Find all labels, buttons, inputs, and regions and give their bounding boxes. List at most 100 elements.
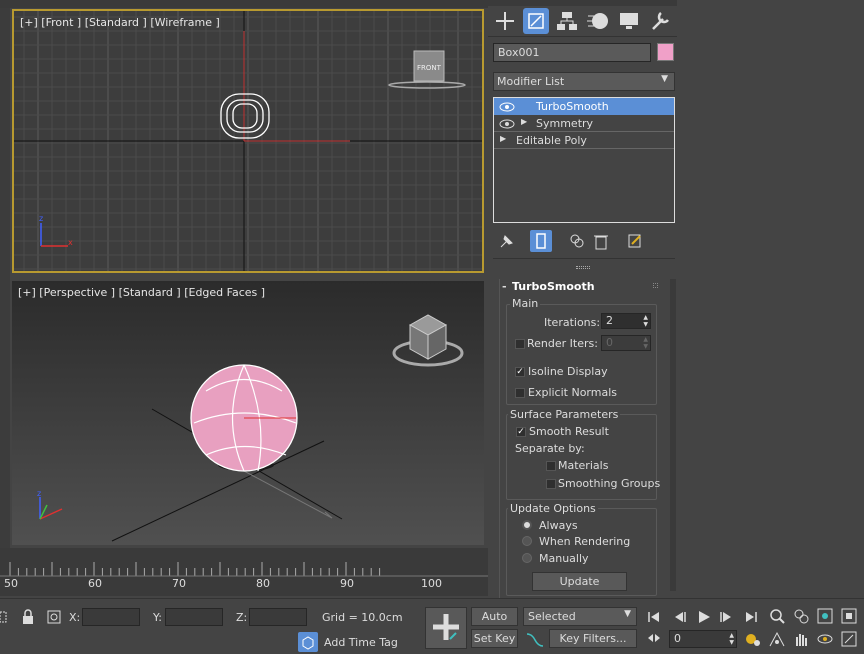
time-configuration-icon[interactable] (744, 630, 762, 648)
utilities-icon[interactable] (647, 8, 673, 34)
go-to-end-icon[interactable] (743, 609, 759, 625)
create-icon[interactable] (492, 8, 518, 34)
pan-hand-icon[interactable] (792, 630, 810, 648)
display-icon[interactable] (616, 8, 642, 34)
eye-icon[interactable] (499, 118, 515, 130)
absolute-mode-icon[interactable] (46, 609, 62, 625)
maximize-viewport-icon[interactable] (840, 630, 858, 648)
iterations-spinner[interactable]: 2 ▲ ▼ (601, 313, 651, 329)
spinner-arrows-icon[interactable]: ▲ ▼ (643, 336, 648, 350)
field-of-view-icon[interactable] (768, 630, 786, 648)
key-filters-button[interactable]: Key Filters... (549, 629, 637, 648)
spinner-arrows-icon[interactable]: ▲ ▼ (643, 314, 648, 328)
perspective-viewport-label[interactable]: [+] [Perspective ] [Standard ] [Edged Fa… (18, 286, 265, 299)
key-mode-button[interactable] (425, 607, 467, 649)
materials-checkbox[interactable] (546, 461, 556, 471)
modify-icon[interactable] (523, 8, 549, 34)
svg-text:z: z (39, 214, 43, 223)
eye-icon[interactable] (499, 101, 515, 113)
zoom-icon[interactable] (768, 607, 786, 625)
rollout-title-minus[interactable]: - (502, 280, 507, 293)
pink-sphere[interactable] (186, 363, 306, 483)
trash-icon[interactable] (592, 232, 610, 250)
hierarchy-icon[interactable] (554, 8, 580, 34)
x-label: X: (69, 611, 81, 624)
stack-item-editable-poly[interactable]: ▶ Editable Poly (494, 132, 674, 149)
panel-scrollbar[interactable] (670, 279, 676, 591)
tick-100: 100 (421, 577, 442, 590)
motion-icon[interactable] (585, 8, 611, 34)
next-frame-icon[interactable] (718, 609, 734, 625)
configure-sets-icon[interactable] (626, 232, 644, 250)
front-view-cube[interactable]: FRONT (386, 45, 466, 95)
zoom-extents-icon[interactable] (816, 607, 834, 625)
update-button[interactable]: Update (532, 572, 627, 591)
selected-dropdown-label: Selected (528, 610, 576, 623)
orbit-icon[interactable] (816, 630, 834, 648)
smoothing-groups-label: Smoothing Groups (558, 477, 661, 490)
perspective-view-cube[interactable] (390, 311, 470, 381)
render-iters-label: Render Iters: (527, 337, 598, 350)
front-viewport[interactable]: [+] [Front ] [Standard ] [Wireframe ] FR… (12, 9, 484, 273)
object-name-field[interactable]: Box001 (493, 43, 651, 62)
x-coordinate-field[interactable] (82, 608, 140, 626)
y-coordinate-field[interactable] (165, 608, 223, 626)
set-key-plus-icon (433, 614, 459, 640)
modifier-list-dropdown[interactable]: Modifier List ▼ (493, 72, 675, 91)
zoom-all-icon[interactable] (792, 607, 810, 625)
isoline-display-checkbox[interactable]: ✓ (515, 367, 525, 377)
render-iters-spinner[interactable]: 0 ▲ ▼ (601, 335, 651, 351)
rollout-grip-icon[interactable] (653, 283, 658, 288)
previous-frame-icon[interactable] (672, 609, 688, 625)
main-group-label: Main (510, 297, 541, 310)
go-to-start-icon[interactable] (646, 609, 662, 625)
always-label: Always (539, 519, 578, 532)
timeline[interactable]: 50 60 70 80 90 100 (0, 548, 490, 596)
always-radio[interactable] (522, 520, 532, 530)
selection-icon[interactable] (0, 610, 10, 624)
tick-70: 70 (172, 577, 186, 590)
play-icon[interactable] (696, 609, 712, 625)
tick-60: 60 (88, 577, 102, 590)
tick-80: 80 (256, 577, 270, 590)
smooth-result-label: Smooth Result (529, 425, 609, 438)
show-end-result-icon[interactable] (530, 230, 552, 252)
current-frame-value: 0 (674, 632, 681, 645)
add-time-tag-button[interactable]: Add Time Tag (296, 631, 426, 653)
object-color-swatch[interactable] (657, 43, 674, 61)
expand-arrow-icon[interactable]: ▶ (521, 117, 527, 126)
smoothing-groups-checkbox[interactable] (546, 479, 556, 489)
stack-item-turbosmooth[interactable]: TurboSmooth (494, 98, 674, 115)
rollout-title[interactable]: TurboSmooth (512, 280, 595, 293)
render-iters-checkbox[interactable] (515, 339, 525, 349)
front-viewport-label[interactable]: [+] [Front ] [Standard ] [Wireframe ] (20, 16, 220, 29)
z-coordinate-field[interactable] (249, 608, 307, 626)
manually-radio[interactable] (522, 553, 532, 563)
auto-key-button[interactable]: Auto Key (471, 607, 518, 640)
zoom-extents-all-icon[interactable] (840, 607, 858, 625)
timeline-ruler (0, 562, 490, 577)
key-mode-toggle-icon[interactable] (646, 630, 662, 646)
isoline-display-label: Isoline Display (528, 365, 608, 378)
svg-text:x: x (68, 238, 73, 247)
tick-50: 50 (4, 577, 18, 590)
tangent-icon[interactable] (524, 629, 546, 649)
smooth-result-checkbox[interactable]: ✓ (516, 427, 526, 437)
when-rendering-radio[interactable] (522, 536, 532, 546)
left-edge (0, 8, 10, 548)
surface-group-label: Surface Parameters (508, 408, 621, 421)
set-key-button[interactable]: Set Key (471, 629, 518, 648)
drag-handle-icon[interactable] (576, 266, 590, 269)
iterations-label: Iterations: (544, 316, 601, 329)
spinner-arrows-icon[interactable]: ▲ ▼ (729, 632, 734, 646)
current-frame-spinner[interactable]: 0 ▲ ▼ (669, 630, 737, 648)
stack-item-symmetry[interactable]: ▶ Symmetry (494, 115, 674, 132)
front-axis-gizmo: z x (39, 214, 73, 247)
lock-icon[interactable] (21, 609, 35, 625)
pin-stack-icon[interactable] (497, 232, 515, 250)
selected-dropdown[interactable]: Selected ▼ (523, 607, 637, 626)
make-unique-icon[interactable] (568, 232, 586, 250)
perspective-viewport[interactable]: [+] [Perspective ] [Standard ] [Edged Fa… (12, 281, 484, 545)
explicit-normals-checkbox[interactable] (515, 388, 525, 398)
expand-arrow-icon[interactable]: ▶ (500, 134, 506, 143)
